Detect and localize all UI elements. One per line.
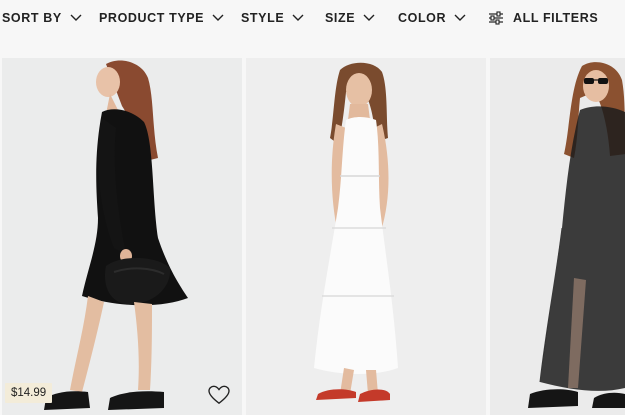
chevron-down-icon — [454, 14, 466, 21]
all-filters-button[interactable]: ALL FILTERS — [488, 0, 598, 36]
chevron-down-icon — [70, 14, 82, 21]
product-image[interactable] — [246, 58, 486, 415]
size-label: SIZE — [325, 11, 356, 25]
all-filters-label: ALL FILTERS — [513, 11, 599, 25]
product-card[interactable]: $14.99 — [2, 58, 242, 415]
product-card[interactable] — [490, 58, 625, 415]
chevron-down-icon — [212, 14, 224, 21]
product-type-dropdown[interactable]: PRODUCT TYPE — [99, 0, 224, 36]
chevron-down-icon — [292, 14, 304, 21]
color-label: COLOR — [398, 11, 447, 25]
sort-by-label: SORT BY — [2, 11, 62, 25]
product-type-label: PRODUCT TYPE — [99, 11, 205, 25]
price-tag: $14.99 — [5, 383, 53, 403]
style-label: STYLE — [241, 11, 285, 25]
product-grid: $14.99 — [0, 58, 625, 415]
sliders-icon — [489, 11, 503, 25]
product-image[interactable] — [2, 58, 242, 415]
sort-by-dropdown[interactable]: SORT BY — [2, 0, 82, 36]
product-card[interactable] — [246, 58, 486, 415]
filter-bar: SORT BY PRODUCT TYPE STYLE SIZE COLOR AL… — [0, 0, 625, 40]
color-dropdown[interactable]: COLOR — [398, 0, 466, 36]
size-dropdown[interactable]: SIZE — [325, 0, 375, 36]
heart-icon[interactable] — [208, 385, 230, 405]
style-dropdown[interactable]: STYLE — [241, 0, 304, 36]
product-image[interactable] — [490, 58, 625, 415]
chevron-down-icon — [363, 14, 375, 21]
